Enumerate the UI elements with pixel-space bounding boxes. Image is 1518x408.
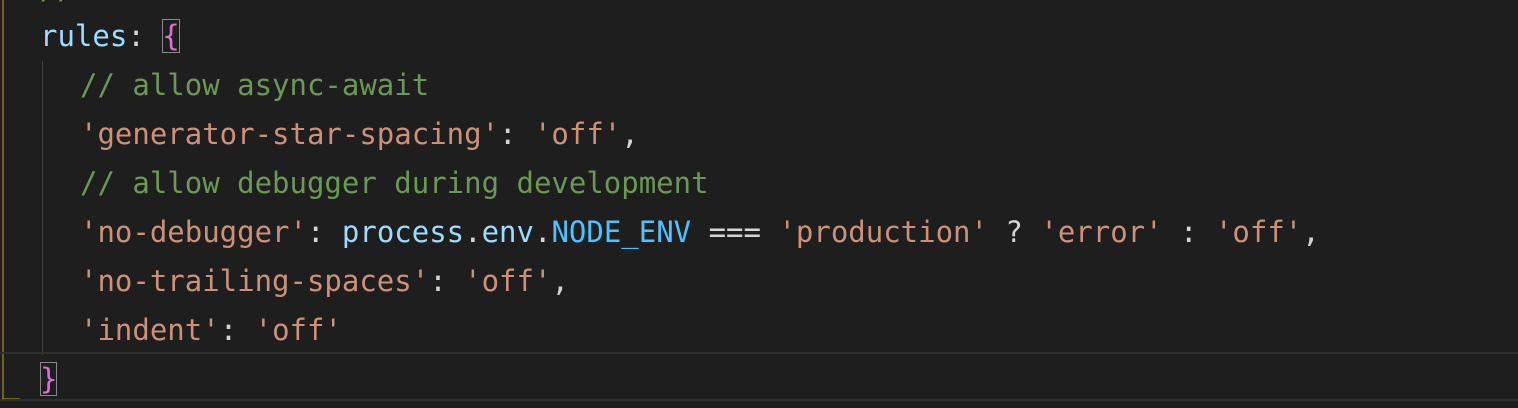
value-string: 'off' bbox=[464, 264, 552, 298]
comma: , bbox=[1302, 215, 1320, 249]
comment: // allow async-await bbox=[80, 68, 430, 102]
string-production: 'production' bbox=[778, 215, 988, 249]
dot: . bbox=[464, 215, 482, 249]
identifier-process: process bbox=[341, 215, 465, 249]
code-editor[interactable]: // ... rules: { // allow async-await 'ge… bbox=[0, 0, 1518, 408]
colon: : bbox=[429, 264, 465, 298]
colon: : bbox=[219, 313, 255, 347]
code-line-6[interactable]: 'no-trailing-spaces': 'off', bbox=[0, 257, 1518, 306]
constant-node-env: NODE_ENV bbox=[551, 215, 692, 249]
property-string: 'generator-star-spacing' bbox=[80, 117, 500, 151]
value-string: 'off' bbox=[533, 117, 622, 151]
code-line-7[interactable]: 'indent': 'off' bbox=[0, 306, 1518, 355]
colon: : bbox=[127, 19, 163, 53]
string-error: 'error' bbox=[1040, 215, 1163, 249]
operator-strict-equal: === bbox=[691, 215, 779, 249]
string-off: 'off' bbox=[1214, 215, 1303, 249]
colon: : bbox=[499, 117, 534, 151]
object-key: rules bbox=[40, 19, 128, 53]
close-brace: } bbox=[40, 362, 58, 396]
code-line-4[interactable]: // allow debugger during development bbox=[0, 159, 1518, 208]
property-string: 'no-trailing-spaces' bbox=[80, 264, 430, 298]
value-string: 'off' bbox=[254, 313, 342, 347]
dot: . bbox=[533, 215, 552, 249]
comma: , bbox=[551, 264, 569, 298]
colon: : bbox=[306, 215, 342, 249]
property-string: 'indent' bbox=[80, 313, 220, 347]
operator-ternary: ? bbox=[987, 215, 1041, 249]
operator-colon: : bbox=[1162, 215, 1215, 249]
open-brace: { bbox=[162, 19, 180, 53]
comment: // ... bbox=[40, 0, 145, 6]
property-string: 'no-debugger' bbox=[80, 215, 307, 249]
identifier-env: env bbox=[481, 215, 534, 249]
code-line-2[interactable]: // allow async-await bbox=[0, 61, 1518, 110]
comma: , bbox=[621, 117, 639, 151]
code-line-5[interactable]: 'no-debugger': process.env.NODE_ENV === … bbox=[0, 208, 1518, 257]
code-line-1[interactable]: rules: { bbox=[0, 12, 1518, 61]
comment: // allow debugger during development bbox=[80, 166, 709, 200]
code-line-8[interactable]: } bbox=[0, 355, 1518, 404]
code-line-3[interactable]: 'generator-star-spacing': 'off', bbox=[0, 110, 1518, 159]
